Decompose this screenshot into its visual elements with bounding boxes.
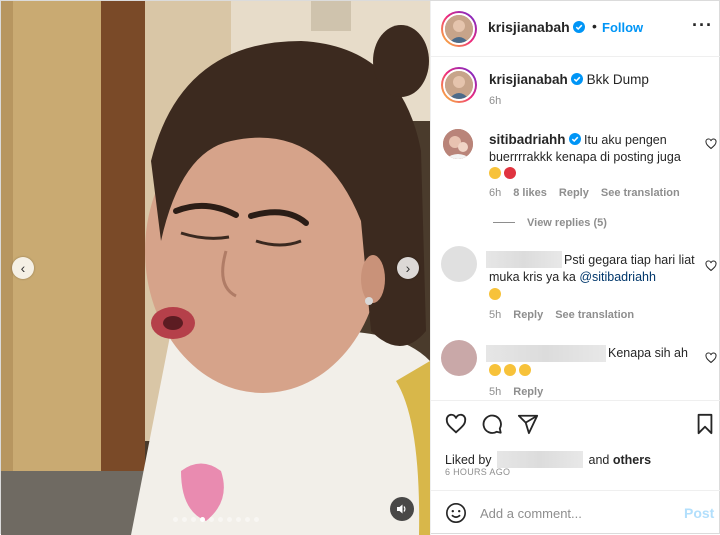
comment-likes[interactable]: 8 likes — [513, 187, 547, 199]
slide-dot — [244, 517, 250, 522]
post-comment-button[interactable]: Post — [684, 505, 714, 521]
reply-button[interactable]: Reply — [513, 386, 543, 398]
comment-text: Kenapa sih ah — [608, 346, 688, 360]
liker-username-blurred[interactable] — [497, 451, 584, 468]
slide-dot — [172, 517, 178, 522]
slide-indicator — [1, 517, 430, 522]
view-replies-label[interactable]: View replies (5) — [527, 217, 607, 229]
emoji-smiley-icon[interactable] — [445, 502, 467, 524]
see-translation-button[interactable]: See translation — [601, 187, 680, 199]
comment-bubble-icon[interactable] — [481, 413, 503, 435]
slide-dot — [181, 517, 187, 522]
next-slide-button[interactable]: › — [397, 257, 419, 279]
commenter-avatar-blurred[interactable] — [441, 246, 477, 282]
follow-button[interactable]: Follow — [602, 20, 643, 35]
caption-username[interactable]: krisjianabah — [489, 72, 568, 87]
commenter-avatar-blurred[interactable] — [441, 340, 477, 376]
like-heart-icon[interactable] — [445, 413, 467, 435]
caption-author-avatar[interactable] — [441, 67, 477, 103]
comment-body: sitibadriahh Itu aku pengen buerrrrakkk … — [489, 131, 689, 183]
post-actions: Liked by and others 6 HOURS AGO — [431, 400, 720, 490]
like-comment-heart-icon[interactable] — [705, 260, 717, 272]
comments-list[interactable]: krisjianabah Bkk Dump 6h sitibadriahh It… — [431, 58, 720, 399]
see-translation-button[interactable]: See translation — [555, 309, 634, 321]
comment-meta: 5h Reply See translation — [489, 309, 634, 321]
verified-badge-icon — [572, 21, 585, 33]
comment-timestamp[interactable]: 5h — [489, 386, 501, 398]
post-timestamp[interactable]: 6 HOURS AGO — [445, 467, 510, 477]
caption-timestamp[interactable]: 6h — [489, 95, 501, 107]
laughing-emoji-icon — [489, 364, 501, 376]
comment-meta: 6h 8 likes Reply See translation — [489, 187, 680, 199]
like-comment-heart-icon[interactable] — [705, 138, 717, 150]
reply-button[interactable]: Reply — [559, 187, 589, 199]
post-header: krisjianabah • Follow ··· — [431, 1, 720, 57]
add-comment-bar: Post — [431, 490, 720, 535]
tired-face-emoji-icon — [489, 167, 501, 179]
verified-badge-icon — [568, 133, 581, 145]
laughing-emoji-icon — [519, 364, 531, 376]
reply-button[interactable]: Reply — [513, 309, 543, 321]
slide-dot — [253, 517, 259, 522]
slide-dot — [226, 517, 232, 522]
liked-by-prefix: Liked by — [445, 453, 492, 467]
commenter-username-blurred[interactable] — [486, 345, 606, 362]
comment-timestamp[interactable]: 5h — [489, 309, 501, 321]
speaker-icon — [397, 504, 406, 514]
author-avatar[interactable] — [441, 11, 477, 47]
like-comment-heart-icon[interactable] — [705, 352, 717, 364]
laughing-emoji-group — [489, 364, 534, 378]
pensive-face-emoji-icon — [489, 288, 501, 300]
slide-dot — [190, 517, 196, 522]
liked-by-line: Liked by and others — [445, 451, 651, 468]
chevron-right-icon: › — [405, 260, 411, 276]
liked-by-others-link[interactable]: others — [613, 453, 651, 467]
caption: krisjianabah Bkk Dump — [489, 72, 649, 87]
post-photo — [1, 1, 430, 535]
slide-dot — [217, 517, 223, 522]
audio-toggle-button[interactable] — [390, 497, 414, 521]
verified-badge-icon — [570, 73, 583, 85]
header-separator: • — [592, 18, 597, 34]
author-username[interactable]: krisjianabah — [488, 19, 585, 35]
comment-timestamp[interactable]: 6h — [489, 187, 501, 199]
share-paper-plane-icon[interactable] — [517, 413, 539, 435]
previous-slide-button[interactable]: ‹ — [12, 257, 34, 279]
angry-face-emoji-icon — [504, 167, 516, 179]
post-side-panel: krisjianabah • Follow ··· krisjianabah B… — [430, 1, 720, 535]
instagram-post: ‹ › krisjianabah • Follow ··· krisjianab… — [0, 0, 720, 535]
comment-input[interactable] — [480, 503, 670, 523]
comment-meta: 5h Reply — [489, 386, 543, 398]
author-username-text[interactable]: krisjianabah — [488, 19, 570, 35]
slide-dot — [199, 517, 205, 522]
more-options-icon[interactable]: ··· — [692, 15, 713, 36]
post-media[interactable]: ‹ › — [1, 1, 430, 535]
comment-mention-link[interactable]: @sitibadriahh — [579, 270, 656, 284]
view-replies-button[interactable]: View replies (5) — [493, 217, 607, 229]
save-bookmark-icon[interactable] — [694, 413, 716, 435]
caption-text: Bkk Dump — [586, 72, 649, 87]
comment-body: Psti gegara tiap hari liat muka kris ya … — [489, 252, 709, 304]
chevron-left-icon: ‹ — [20, 260, 26, 276]
laughing-emoji-icon — [504, 364, 516, 376]
slide-dot — [208, 517, 214, 522]
liked-by-and: and — [588, 453, 610, 467]
commenter-avatar[interactable] — [443, 129, 473, 159]
slide-dot — [235, 517, 241, 522]
commenter-username[interactable]: sitibadriahh — [489, 132, 566, 147]
